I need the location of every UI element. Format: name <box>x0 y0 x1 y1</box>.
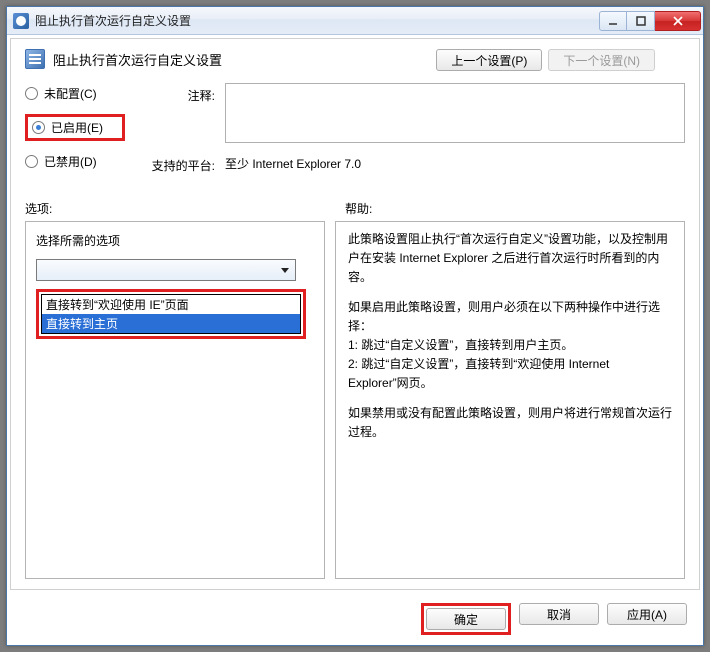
policy-title: 阻止执行首次运行自定义设置 <box>53 50 222 69</box>
radio-label: 已禁用(D) <box>44 153 97 170</box>
help-paragraph: 此策略设置阻止执行“首次运行自定义”设置功能，以及控制用户在安装 Interne… <box>348 230 672 288</box>
highlight-dropdown: 直接转到“欢迎使用 IE”页面 直接转到主页 <box>36 289 306 339</box>
titlebar[interactable]: 阻止执行首次运行自定义设置 <box>7 7 703 35</box>
radio-label: 未配置(C) <box>44 85 97 102</box>
platform-label: 支持的平台: <box>145 153 215 174</box>
help-paragraph: 如果禁用或没有配置此策略设置，则用户将进行常规首次运行过程。 <box>348 404 672 442</box>
cancel-button[interactable]: 取消 <box>519 603 599 625</box>
content-area: 阻止执行首次运行自定义设置 上一个设置(P) 下一个设置(N) 未配置(C) 已… <box>10 38 700 590</box>
dialog-window: 阻止执行首次运行自定义设置 阻止执行首次运行自定义设置 上一个设置(P) 下一个… <box>6 6 704 646</box>
help-line: 2: 跳过“自定义设置”，直接转到“欢迎使用 Internet Explorer… <box>348 355 672 393</box>
config-block: 未配置(C) 已启用(E) 已禁用(D) 注释: <box>25 83 685 174</box>
radio-enabled[interactable]: 已启用(E) <box>32 119 103 136</box>
options-panel: 选择所需的选项 直接转到“欢迎使用 IE”页面 直接转到主页 <box>25 221 325 579</box>
help-panel: 此策略设置阻止执行“首次运行自定义”设置功能，以及控制用户在安装 Interne… <box>335 221 685 579</box>
help-line: 1: 跳过“自定义设置”，直接转到用户主页。 <box>348 336 672 355</box>
radio-disabled[interactable]: 已禁用(D) <box>25 153 125 170</box>
highlight-enabled: 已启用(E) <box>25 114 125 141</box>
state-column: 未配置(C) 已启用(E) 已禁用(D) <box>25 83 125 174</box>
comment-label: 注释: <box>145 83 215 104</box>
dropdown-item[interactable]: 直接转到“欢迎使用 IE”页面 <box>42 295 300 314</box>
help-section-label: 帮助: <box>345 200 372 217</box>
option-combobox[interactable] <box>36 259 296 281</box>
ok-button[interactable]: 确定 <box>426 608 506 630</box>
footer: 确定 取消 应用(A) <box>7 593 703 645</box>
comment-textarea[interactable] <box>225 83 685 143</box>
dropdown-item[interactable]: 直接转到主页 <box>42 314 300 333</box>
window-buttons <box>599 11 701 31</box>
window-title: 阻止执行首次运行自定义设置 <box>35 12 191 29</box>
option-field-label: 选择所需的选项 <box>36 232 314 249</box>
header-row: 阻止执行首次运行自定义设置 上一个设置(P) 下一个设置(N) <box>25 49 685 71</box>
policy-icon <box>25 49 45 69</box>
radio-label: 已启用(E) <box>51 119 103 136</box>
next-setting-button: 下一个设置(N) <box>548 49 655 71</box>
mid-labels: 选项: 帮助: <box>25 200 685 217</box>
options-section-label: 选项: <box>25 200 325 217</box>
maximize-button[interactable] <box>627 11 655 31</box>
app-icon <box>13 13 29 29</box>
prev-setting-button[interactable]: 上一个设置(P) <box>436 49 542 71</box>
highlight-ok: 确定 <box>421 603 511 635</box>
panels: 选择所需的选项 直接转到“欢迎使用 IE”页面 直接转到主页 <box>25 221 685 579</box>
chevron-down-icon <box>277 262 293 278</box>
help-paragraph: 如果启用此策略设置，则用户必须在以下两种操作中进行选择： <box>348 298 672 336</box>
minimize-button[interactable] <box>599 11 627 31</box>
apply-button[interactable]: 应用(A) <box>607 603 687 625</box>
radio-icon <box>25 155 38 168</box>
platform-value: 至少 Internet Explorer 7.0 <box>225 153 361 172</box>
radio-icon <box>32 121 45 134</box>
radio-icon <box>25 87 38 100</box>
close-button[interactable] <box>655 11 701 31</box>
option-dropdown-list: 直接转到“欢迎使用 IE”页面 直接转到主页 <box>41 294 301 334</box>
radio-not-configured[interactable]: 未配置(C) <box>25 85 125 102</box>
info-column: 注释: 支持的平台: 至少 Internet Explorer 7.0 <box>145 83 685 174</box>
